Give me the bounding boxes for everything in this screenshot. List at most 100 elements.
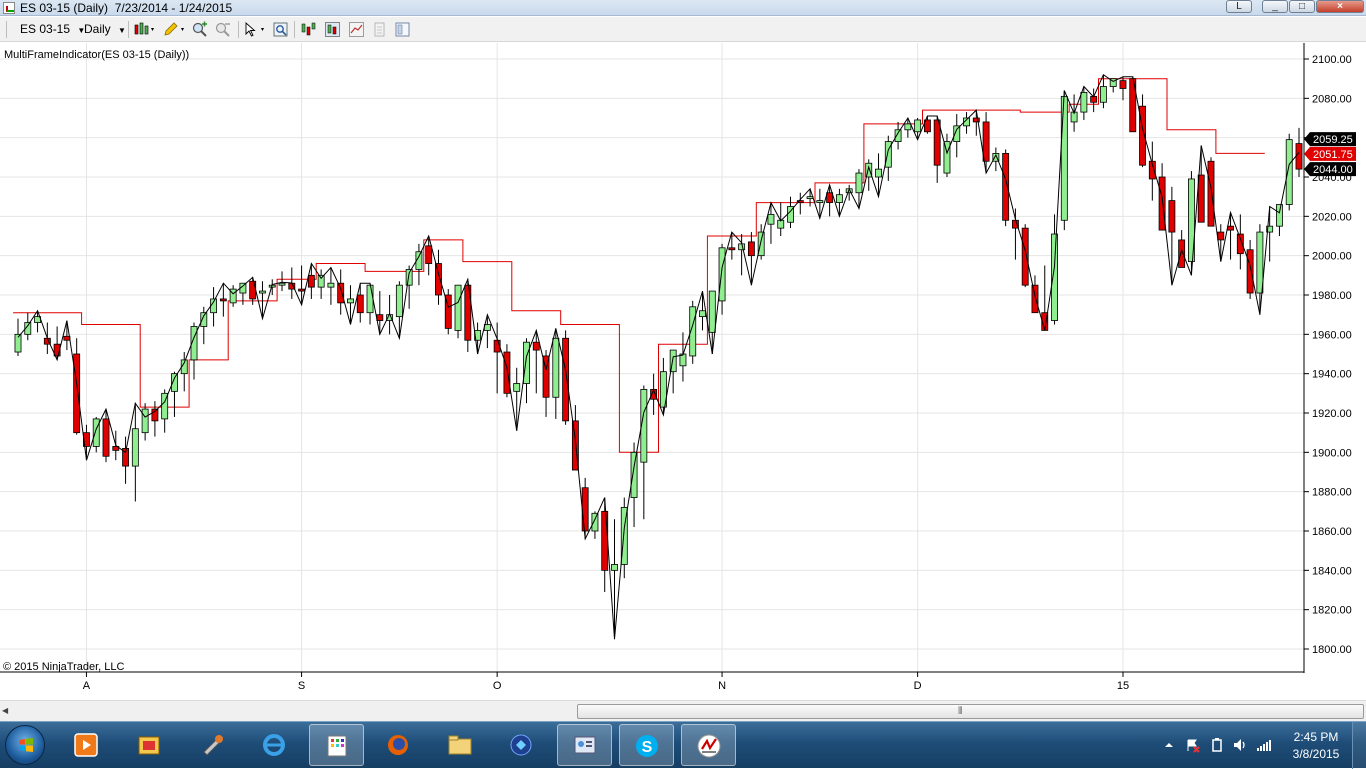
link-button[interactable]: L [1226,0,1252,13]
indicator-label: MultiFrameIndicator(ES 03-15 (Daily)) [4,49,189,61]
candle [1207,157,1215,227]
copyright-label: © 2015 NinjaTrader, LLC [3,661,124,673]
candle-body [523,341,530,384]
volume-icon[interactable] [1232,737,1248,753]
candle-body [395,284,403,318]
bar-style-icon[interactable] [133,21,157,38]
zoom-in-icon[interactable] [191,21,208,38]
candle-body [249,280,257,300]
x-tick-label: A [83,680,91,692]
y-tick-label: 1980.00 [1312,290,1352,302]
taskbar-calculator[interactable] [309,724,364,766]
candle-body [131,428,139,467]
price-flag-label: 2044.00 [1313,164,1353,176]
candle-body [1158,176,1166,231]
interval-selector[interactable]: Daily ▼ [84,21,126,38]
clock-time[interactable]: 2:45 PM [1292,730,1340,744]
show-hidden-icons-icon[interactable] [1164,740,1174,750]
candle-body [552,337,560,398]
clock-date[interactable]: 3/8/2015 [1289,747,1343,761]
pointer-icon[interactable] [243,21,267,38]
close-button[interactable]: × [1316,0,1364,13]
instrument-selector[interactable]: ES 03-15 ▼ [20,21,85,38]
candle-body [92,418,100,447]
candle-body [102,418,110,457]
candle-body [1246,249,1254,294]
properties-icon[interactable] [272,21,289,38]
strategies-icon[interactable] [324,21,341,38]
candle-body [1099,86,1107,103]
data-box-icon[interactable] [371,21,388,38]
scroll-thumb[interactable]: ⦀ [577,704,1364,719]
taskbar-control-panel[interactable] [557,724,612,766]
candle-body [317,274,325,288]
candle-body [1217,231,1225,241]
toolbar-separator [294,21,295,38]
candle-body [699,310,706,318]
scroll-grip-icon: ⦀ [958,706,963,717]
candle-body [914,119,922,133]
indicators-icon[interactable] [300,21,317,38]
draw-pencil-icon[interactable] [162,21,186,38]
show-desktop-button[interactable] [1352,722,1366,769]
maximize-button[interactable]: □ [1289,0,1315,13]
taskbar-tools[interactable] [186,724,241,766]
calculator-icon [327,735,347,757]
candle-body [826,192,834,203]
candle-body [405,269,413,286]
candle-body [503,351,511,394]
price-chart[interactable]: 1800.00 1820.00 1840.00 1860.00 1880.00 1900.… [0,43,1366,700]
y-tick-label: 1840.00 [1312,565,1352,577]
candle-body [1168,200,1176,233]
candle-body [278,282,286,286]
template-icon[interactable] [394,21,411,38]
windows-taskbar: S 2:45 PM 3/8/2015 [0,721,1366,769]
taskbar-internet-explorer[interactable] [247,724,302,766]
candle-body [1178,239,1186,268]
title-bar: ES 03-15 (Daily) 7/23/2014 - 1/24/2015 L… [0,0,1366,16]
control-panel-icon [574,736,596,754]
tools-icon [203,735,223,756]
taskbar-store[interactable] [122,724,177,766]
toolbar-separator [238,21,239,38]
candle-body [376,314,384,321]
line-chart-icon[interactable] [348,21,365,38]
minimize-button[interactable]: _ [1262,0,1288,13]
taskbar-firefox[interactable] [371,724,426,766]
candle-body [1256,231,1264,294]
candle-body [327,282,335,288]
taskbar-skype[interactable]: S [619,724,674,766]
start-button[interactable] [5,725,45,765]
candle-body [425,245,433,264]
price-flag-label: 2051.75 [1313,149,1353,161]
y-tick-label: 2080.00 [1312,93,1352,105]
taskbar-media-center[interactable] [494,724,549,766]
firefox-icon [388,735,408,755]
candle-body [298,288,306,292]
candle-body [630,451,638,498]
chart-scrollbar[interactable]: ◀ ⦀ [0,700,1366,721]
taskbar-media-player[interactable] [59,724,114,766]
media-center-icon [510,734,532,756]
candle-body [337,282,345,304]
y-tick-label: 1880.00 [1312,487,1352,499]
zoom-out-icon[interactable] [214,21,231,38]
action-center-icon[interactable] [1185,737,1201,753]
network-signal-icon[interactable] [1256,737,1272,753]
taskbar-file-explorer[interactable] [433,724,488,766]
y-tick-label: 2000.00 [1312,251,1352,263]
candle-body [767,213,775,225]
y-tick-label: 1800.00 [1312,644,1352,656]
candle-body [307,274,315,288]
taskbar-ninjatrader[interactable] [681,724,736,766]
candle-body [982,121,990,162]
x-tick-label: 15 [1117,680,1129,692]
toolbar-separator [128,21,129,38]
candle-body [1295,143,1303,170]
candle-body [875,168,882,178]
power-icon[interactable] [1209,737,1225,753]
candle [1129,76,1137,133]
candle-body [718,247,726,302]
toolbar-separator [6,21,7,38]
scroll-left-icon[interactable]: ◀ [2,706,8,715]
